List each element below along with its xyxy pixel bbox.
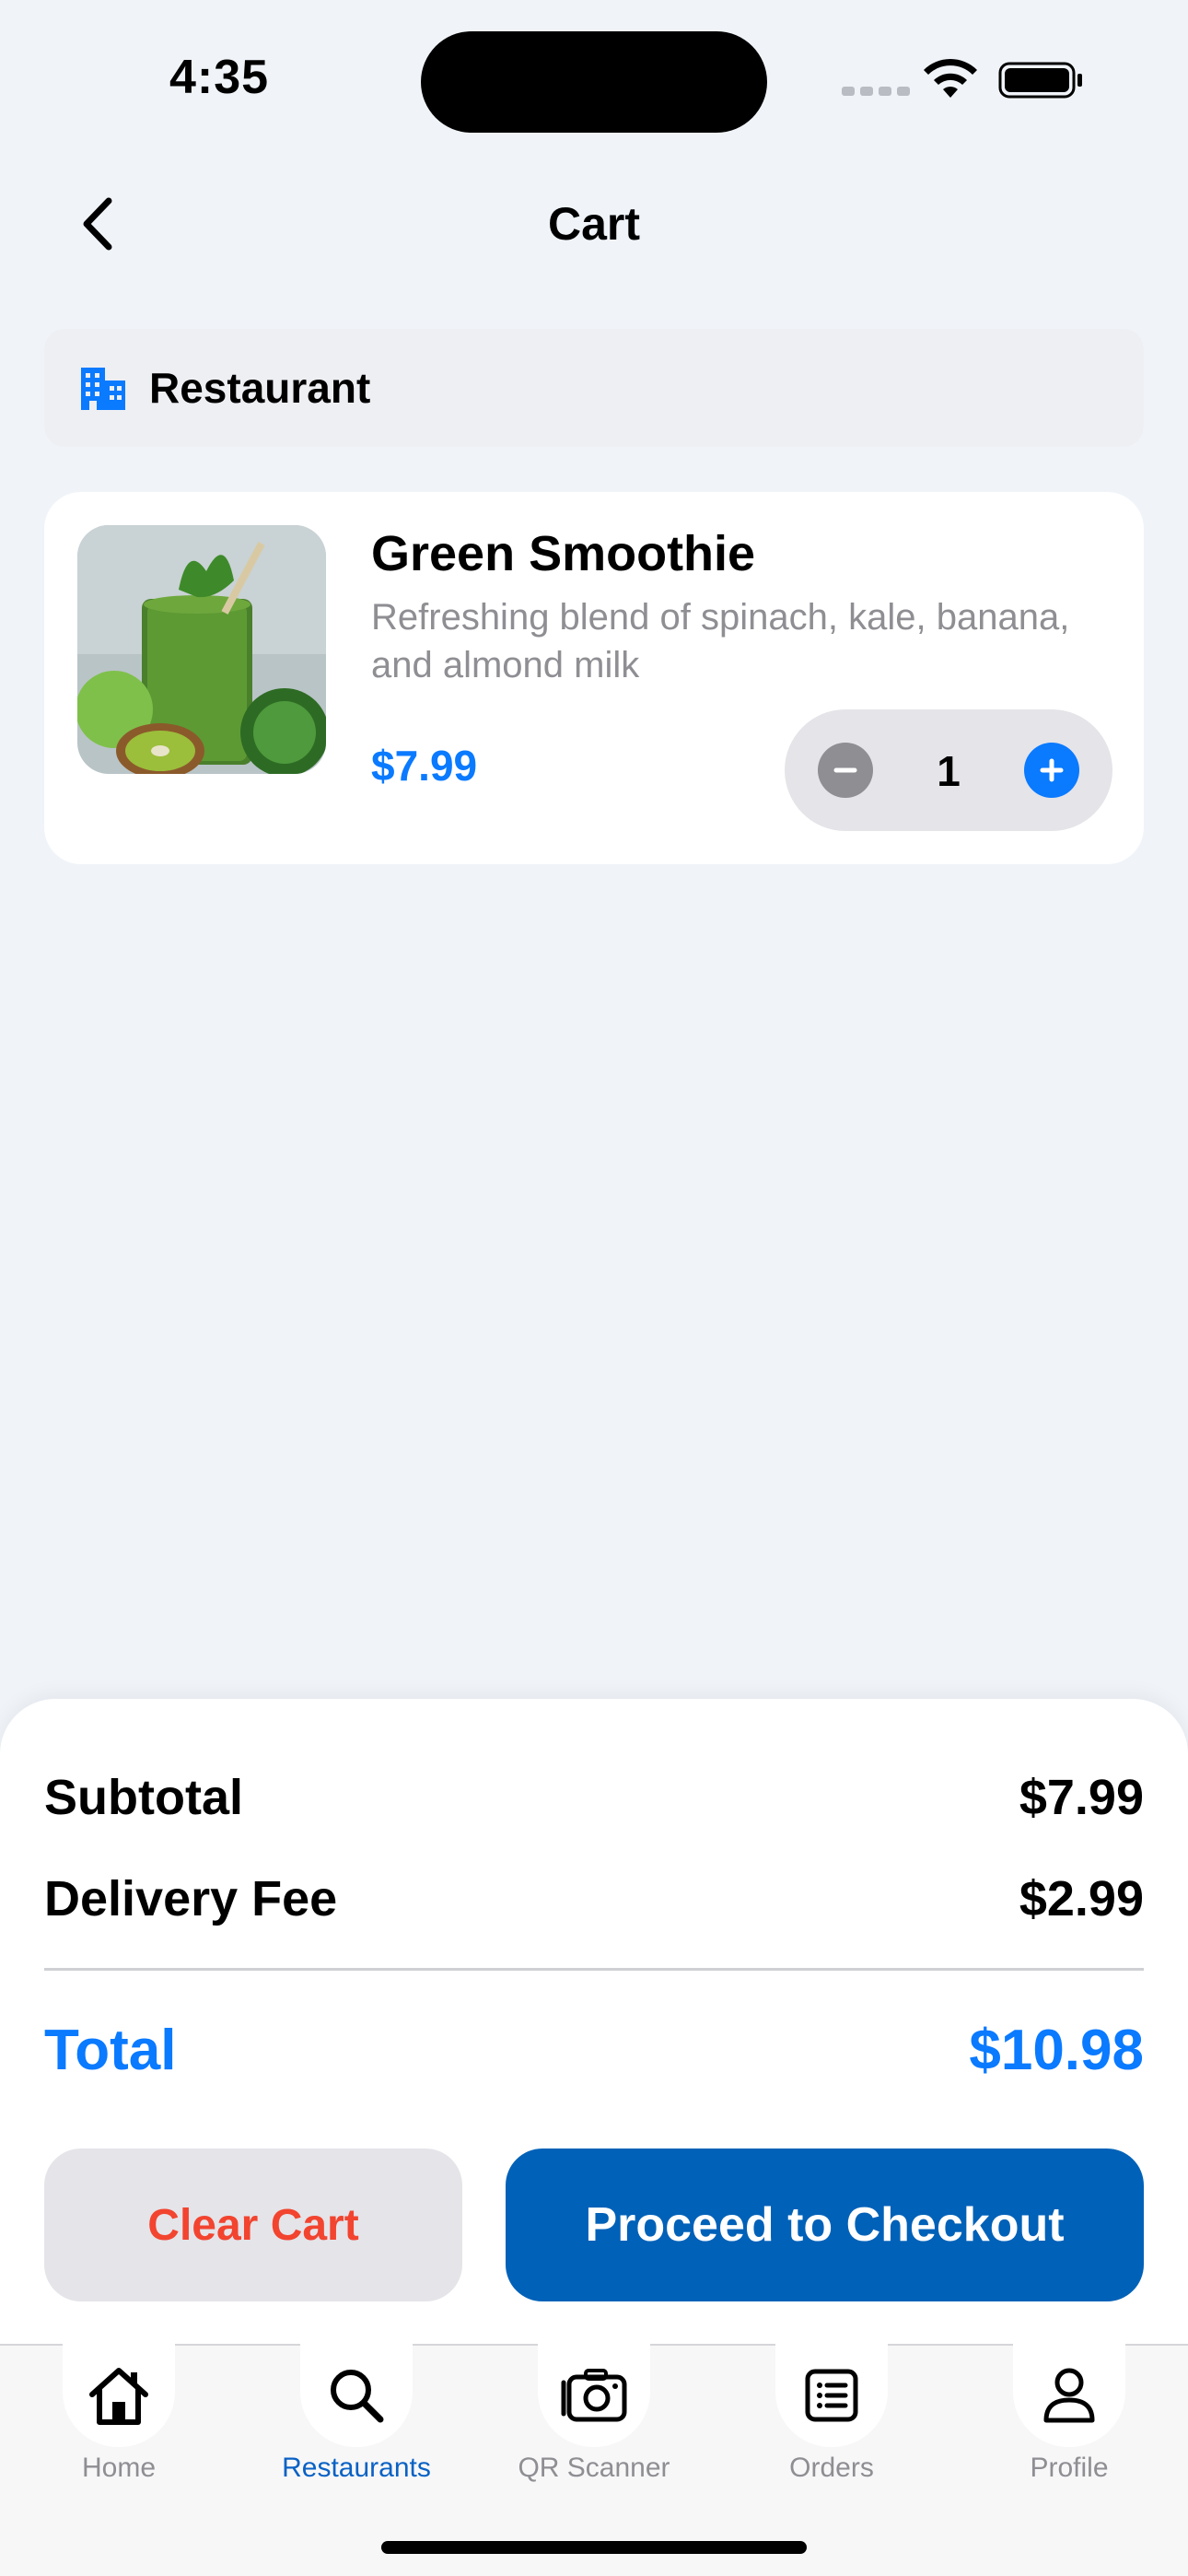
restaurant-name: Restaurant bbox=[149, 364, 371, 412]
item-price: $7.99 bbox=[371, 742, 478, 790]
tab-orders[interactable]: Orders bbox=[713, 2344, 950, 2484]
tab-label-profile: Profile bbox=[1030, 2453, 1109, 2483]
cart-item-card: Green Smoothie Refreshing blend of spina… bbox=[44, 492, 1144, 864]
building-icon bbox=[81, 368, 125, 410]
tab-profile[interactable]: Profile bbox=[950, 2344, 1188, 2484]
tab-home[interactable]: Home bbox=[0, 2344, 238, 2484]
tab-label-restaurants: Restaurants bbox=[282, 2453, 431, 2483]
search-icon bbox=[331, 2370, 384, 2423]
tab-icon-container bbox=[63, 2344, 175, 2447]
increase-quantity-button[interactable] bbox=[1024, 743, 1079, 798]
plus-icon bbox=[1040, 758, 1064, 782]
total-value: $10.98 bbox=[969, 2019, 1144, 2082]
camera-icon bbox=[561, 2369, 627, 2422]
home-icon bbox=[89, 2368, 148, 2425]
status-time: 4:35 bbox=[169, 51, 270, 104]
wifi-icon bbox=[924, 58, 977, 98]
item-description: Refreshing blend of spinach, kale, banan… bbox=[371, 597, 1070, 685]
cart-screen: 4:35 Cart Restaurant Green Smoothie Refr… bbox=[0, 0, 1188, 2576]
tab-restaurants[interactable]: Restaurants bbox=[238, 2344, 475, 2484]
total-row: Total $10.98 bbox=[44, 2018, 1144, 2083]
tab-icon-container bbox=[775, 2344, 888, 2447]
delivery-fee-label: Delivery Fee bbox=[44, 1871, 338, 1926]
subtotal-value: $7.99 bbox=[1019, 1770, 1144, 1825]
tab-label-orders: Orders bbox=[789, 2453, 874, 2483]
list-icon bbox=[805, 2369, 858, 2422]
tab-icon-container bbox=[300, 2344, 413, 2447]
dynamic-island bbox=[421, 31, 767, 133]
home-indicator bbox=[381, 2541, 807, 2554]
subtotal-label: Subtotal bbox=[44, 1770, 243, 1825]
item-name: Green Smoothie bbox=[371, 526, 756, 581]
tab-icon-container bbox=[1013, 2344, 1125, 2447]
divider bbox=[44, 1968, 1144, 1971]
quantity-stepper: 1 bbox=[785, 709, 1112, 831]
tab-icon-container bbox=[538, 2344, 650, 2447]
page-title: Cart bbox=[547, 198, 641, 250]
delivery-fee-row: Delivery Fee $2.99 bbox=[44, 1870, 1144, 1927]
tab-qr-scanner[interactable]: QR Scanner bbox=[475, 2344, 713, 2484]
tab-label-qr-scanner: QR Scanner bbox=[518, 2453, 670, 2483]
subtotal-row: Subtotal $7.99 bbox=[44, 1769, 1144, 1826]
order-summary: Subtotal $7.99 Delivery Fee $2.99 Total … bbox=[0, 1699, 1188, 2344]
total-label: Total bbox=[44, 2019, 177, 2082]
battery-icon bbox=[998, 62, 1082, 99]
tab-label-home: Home bbox=[81, 2453, 157, 2483]
restaurant-header: Restaurant bbox=[44, 329, 1144, 447]
proceed-to-checkout-button[interactable]: Proceed to Checkout bbox=[506, 2149, 1144, 2301]
item-image bbox=[77, 525, 326, 774]
cellular-signal-icon bbox=[842, 87, 910, 96]
delivery-fee-value: $2.99 bbox=[1019, 1871, 1144, 1926]
person-icon bbox=[1043, 2368, 1095, 2423]
clear-cart-button[interactable]: Clear Cart bbox=[44, 2149, 462, 2301]
